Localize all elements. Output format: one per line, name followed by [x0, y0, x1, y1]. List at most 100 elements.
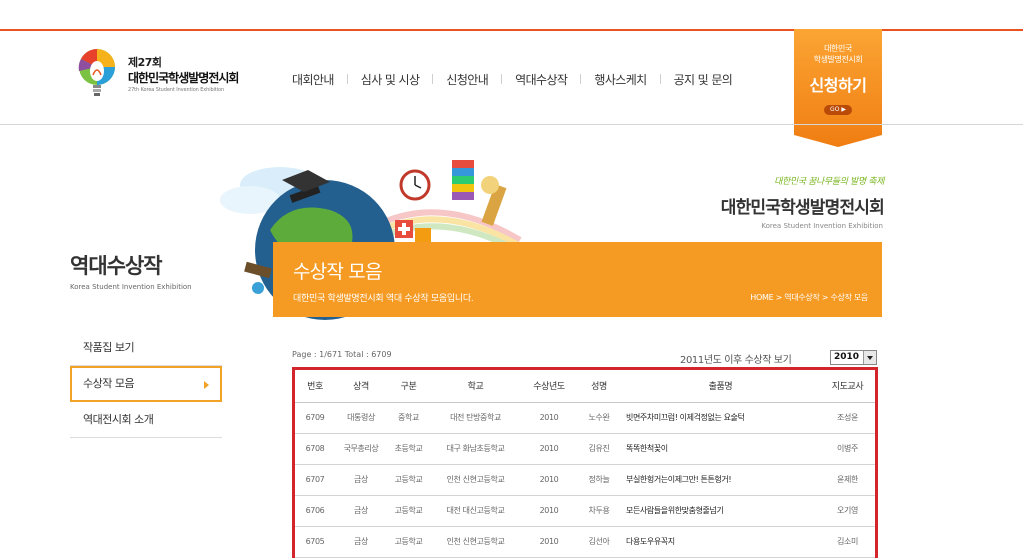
nav-item-past-winners[interactable]: 역대수상작 — [515, 71, 568, 88]
cell-teacher: 이병주 — [820, 433, 875, 465]
table-row[interactable]: 6709 대통령상 중학교 대전 탄방중학교 2010 노수완 빗면주차미끄럼!… — [295, 402, 875, 434]
page-title: 수상작 모음 — [293, 261, 382, 283]
cell-year: 2010 — [521, 402, 577, 434]
apply-button[interactable]: 대한민국 학생발명전시회 신청하기 GO ▶ — [794, 29, 882, 147]
cell-teacher: 윤제한 — [820, 464, 875, 496]
cell-entry-link[interactable]: 다용도우유꼭지 — [621, 526, 820, 558]
cell-number: 6708 — [295, 433, 335, 465]
cell-year: 2010 — [521, 464, 577, 496]
cell-school: 대전 대신고등학교 — [430, 495, 521, 527]
side-menu-label: 수상작 모음 — [83, 377, 135, 390]
cell-school: 대전 탄방중학교 — [430, 402, 521, 434]
column-header: 출품명 — [621, 370, 820, 403]
logo-english: 27th Korea Student Invention Exhibition — [128, 87, 225, 93]
cell-number: 6706 — [295, 495, 335, 527]
chevron-right-icon — [204, 381, 209, 389]
cell-award: 국무총리상 — [335, 433, 387, 465]
cell-entry-link[interactable]: 부실한헝거는이제그만! 튼튼헝거! — [621, 464, 820, 496]
apply-label: 신청하기 — [809, 76, 867, 95]
winners-table: 번호 상격 구분 학교 수상년도 성명 출품명 지도교사 6709 대통령상 중… — [295, 370, 875, 558]
cell-school: 인천 신현고등학교 — [430, 526, 521, 558]
page-banner: 수상작 모음 대한민국 학생발명전시회 역대 수상작 모음입니다. HOME >… — [273, 242, 882, 317]
nav-divider — [432, 74, 434, 84]
cell-year: 2010 — [521, 495, 577, 527]
cell-year: 2010 — [521, 433, 577, 465]
winners-table-container: 번호 상격 구분 학교 수상년도 성명 출품명 지도교사 6709 대통령상 중… — [292, 367, 878, 558]
cell-award: 금상 — [335, 526, 387, 558]
column-header: 구분 — [387, 370, 430, 403]
cell-school: 대구 화남초등학교 — [430, 433, 521, 465]
column-header: 성명 — [577, 370, 621, 403]
chevron-down-icon[interactable] — [863, 351, 876, 364]
cell-number: 6709 — [295, 402, 335, 434]
side-menu-item-collection[interactable]: 작품집 보기 — [70, 330, 222, 366]
column-header: 수상년도 — [521, 370, 577, 403]
lightbulb-logo-icon — [78, 49, 115, 96]
apply-caption-1: 대한민국 — [824, 44, 852, 53]
section-title: 역대수상작 — [70, 254, 163, 278]
site-logo[interactable]: 제27회 대한민국학생발명전시회 27th Korea Student Inve… — [76, 45, 256, 105]
breadcrumb[interactable]: HOME > 역대수상작 > 수상작 모음 — [750, 292, 868, 303]
year-select-value: 2010 — [834, 352, 860, 362]
year-select[interactable]: 2010 — [830, 350, 877, 365]
site-header: 제27회 대한민국학생발명전시회 27th Korea Student Inve… — [0, 29, 1023, 147]
main-nav: 대회안내 심사 및 시상 신청안내 역대수상작 행사스케치 공지 및 문의 — [292, 69, 733, 89]
cell-number: 6707 — [295, 464, 335, 496]
cell-entry-link[interactable]: 똑똑한척꽂이 — [621, 433, 820, 465]
column-header: 번호 — [295, 370, 335, 403]
side-menu: 작품집 보기 수상작 모음 역대전시회 소개 — [70, 330, 222, 438]
cell-division: 초등학교 — [387, 433, 430, 465]
header-divider — [0, 124, 1023, 125]
nav-item-notice-inquiry[interactable]: 공지 및 문의 — [674, 71, 733, 88]
cell-teacher: 조성윤 — [820, 402, 875, 434]
cell-year: 2010 — [521, 526, 577, 558]
table-row[interactable]: 6708 국무총리상 초등학교 대구 화남초등학교 2010 김유진 똑똑한척꽂… — [295, 433, 875, 465]
section-subtitle: Korea Student Invention Exhibition — [70, 283, 192, 291]
nav-item-about[interactable]: 대회안내 — [292, 71, 334, 88]
table-row[interactable]: 6705 금상 고등학교 인천 신현고등학교 2010 김선아 다용도우유꼭지 … — [295, 526, 875, 558]
nav-divider — [501, 74, 503, 84]
cell-name: 김선아 — [577, 526, 621, 558]
brand-subtitle: Korea Student Invention Exhibition — [761, 222, 883, 230]
brand-title: 대한민국학생발명전시회 — [720, 198, 885, 218]
cell-award: 금상 — [335, 464, 387, 496]
column-header: 지도교사 — [820, 370, 875, 403]
nav-item-application-guide[interactable]: 신청안내 — [446, 71, 488, 88]
column-header: 상격 — [335, 370, 387, 403]
cell-award: 금상 — [335, 495, 387, 527]
cell-teacher: 김소미 — [820, 526, 875, 558]
table-row[interactable]: 6706 금상 고등학교 대전 대신고등학교 2010 차두용 모든사람들을위한… — [295, 495, 875, 527]
side-menu-item-winners[interactable]: 수상작 모음 — [70, 366, 222, 402]
cell-number: 6705 — [295, 526, 335, 558]
cell-name: 차두용 — [577, 495, 621, 527]
cell-name: 김유진 — [577, 433, 621, 465]
cell-name: 정하늘 — [577, 464, 621, 496]
cell-division: 고등학교 — [387, 526, 430, 558]
nav-item-event-sketch[interactable]: 행사스케치 — [594, 71, 647, 88]
nav-divider — [580, 74, 582, 84]
logo-title: 대한민국학생발명전시회 — [128, 71, 239, 85]
cell-award: 대통령상 — [335, 402, 387, 434]
nav-item-judging[interactable]: 심사 및 시상 — [361, 71, 420, 88]
table-header-row: 번호 상격 구분 학교 수상년도 성명 출품명 지도교사 — [295, 370, 875, 403]
side-menu-label: 작품집 보기 — [83, 341, 135, 354]
apply-go-badge: GO ▶ — [824, 105, 852, 115]
cell-name: 노수완 — [577, 402, 621, 434]
page-description: 대한민국 학생발명전시회 역대 수상작 모음입니다. — [293, 294, 474, 304]
side-menu-item-past-exhibitions[interactable]: 역대전시회 소개 — [70, 402, 222, 438]
brand-slogan: 대한민국 꿈나무들의 발명 축제 — [774, 177, 884, 187]
year-filter-label: 2011년도 이후 수상작 보기 — [680, 355, 792, 366]
column-header: 학교 — [430, 370, 521, 403]
cell-teacher: 오기영 — [820, 495, 875, 527]
nav-divider — [659, 74, 661, 84]
page-info: Page : 1/671 Total : 6709 — [292, 350, 392, 359]
apply-caption-2: 학생발명전시회 — [813, 55, 863, 64]
cell-division: 중학교 — [387, 402, 430, 434]
cell-entry-link[interactable]: 모든사람들을위한맞춤형줄넘기 — [621, 495, 820, 527]
nav-divider — [346, 74, 348, 84]
side-menu-label: 역대전시회 소개 — [83, 413, 154, 426]
cell-entry-link[interactable]: 빗면주차미끄럼! 이제걱정없는 요술턱 — [621, 402, 820, 434]
cell-school: 인천 신현고등학교 — [430, 464, 521, 496]
table-row[interactable]: 6707 금상 고등학교 인천 신현고등학교 2010 정하늘 부실한헝거는이제… — [295, 464, 875, 496]
logo-edition: 제27회 — [128, 56, 162, 69]
